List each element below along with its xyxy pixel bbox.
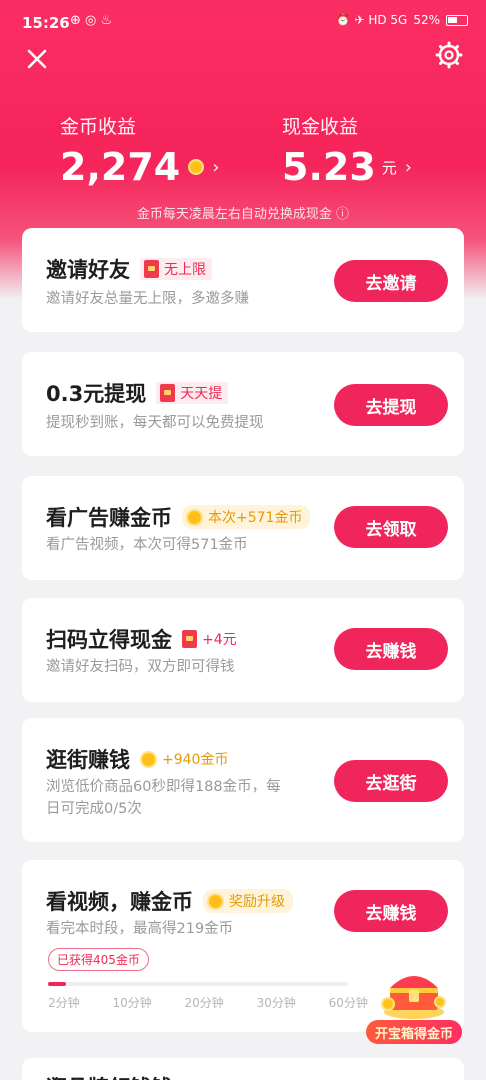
task-desc: 看完本时段，最高得219金币: [46, 921, 234, 937]
task-title-row: 0.3元提现 天天提: [46, 378, 229, 408]
withdraw-button[interactable]: 去提现: [334, 384, 448, 426]
coin-icon: [140, 750, 157, 768]
task-desc-line: 日可完成0/5次: [46, 801, 142, 817]
progress-tick: 20分钟: [184, 996, 224, 1010]
task-tag: 天天提: [156, 382, 229, 404]
task-tag: +4元: [182, 629, 237, 649]
task-card-invite: 邀请好友 无上限 邀请好友总量无上限，多邀多赚 去邀请: [22, 228, 464, 332]
notification-icons: ⊕ ◎ ♨: [70, 13, 113, 28]
task-desc: 浏览低价商品60秒即得188金币，每 日可完成0/5次: [46, 776, 281, 820]
task-title: 逛街赚钱: [46, 748, 130, 772]
coin-earnings-value: 2,274: [60, 145, 181, 189]
task-tag: 奖励升级: [203, 889, 293, 913]
task-title-row: 邀请好友 无上限: [46, 254, 212, 284]
earn-money-button[interactable]: 去赚钱: [334, 628, 448, 670]
task-desc: 看广告视频，本次可得571金币: [46, 537, 248, 553]
task-title-row: 看视频，赚金币 奖励升级: [46, 886, 293, 916]
task-title: 逛品牌领钱钱: [46, 1072, 172, 1080]
task-title: 邀请好友: [46, 258, 130, 282]
system-status-icons: ⏰ ✈ HD 5G: [335, 13, 408, 27]
task-title: 看广告赚金币: [46, 506, 172, 530]
progress-tick: 30分钟: [256, 996, 296, 1010]
progress-ticks: 2分钟 10分钟 20分钟 30分钟 60分钟: [48, 994, 368, 1011]
task-tag: +940金币: [140, 749, 228, 769]
chevron-right-icon: ›: [404, 156, 412, 178]
battery-percent: 52%: [413, 13, 440, 27]
task-tag-label: 本次+571金币: [208, 510, 303, 526]
task-card-scan: 扫码立得现金 +4元 邀请好友扫码，双方即可得钱 去赚钱: [22, 598, 464, 702]
task-title: 看视频，赚金币: [46, 890, 193, 914]
task-desc-line: 浏览低价商品60秒即得188金币，每: [46, 779, 281, 795]
progress-tick: 10分钟: [112, 996, 152, 1010]
status-bar: 15:26 ⊕ ◎ ♨ ⏰ ✈ HD 5G 52%: [0, 0, 486, 40]
invite-button[interactable]: 去邀请: [334, 260, 448, 302]
task-tag-label: +940金币: [162, 752, 229, 768]
coin-icon: [207, 892, 224, 910]
task-card-brand: 逛品牌领钱钱: [22, 1058, 464, 1080]
task-title-row: 逛街赚钱 +940金币: [46, 744, 228, 774]
red-envelope-icon: [182, 630, 197, 648]
cash-earnings-value: 5.23: [282, 145, 376, 189]
task-card-ads: 看广告赚金币 本次+571金币 看广告视频，本次可得571金币 去领取: [22, 476, 464, 580]
task-card-shopping: 逛街赚钱 +940金币 浏览低价商品60秒即得188金币，每 日可完成0/5次 …: [22, 718, 464, 842]
progress-track: [48, 982, 348, 986]
task-tag-label: +4元: [202, 632, 237, 648]
coin-icon: [188, 159, 205, 175]
cash-earnings-label: 现金收益: [282, 116, 359, 138]
task-tag-label: 奖励升级: [229, 894, 285, 910]
task-tag: 无上限: [140, 258, 212, 280]
battery-icon: [446, 14, 468, 26]
system-icons: ⏰ ✈ HD 5G 52%: [336, 13, 468, 27]
coin-earnings-value-row: 2,274 ›: [60, 145, 219, 189]
treasure-chest-icon: [381, 976, 446, 1019]
task-title-row: 扫码立得现金 +4元: [46, 624, 237, 654]
chevron-right-icon: ›: [212, 156, 220, 178]
task-tag: 本次+571金币: [182, 505, 311, 529]
progress-fill: [48, 982, 66, 986]
coin-icon: [186, 508, 203, 526]
earn-money-button[interactable]: 去赚钱: [334, 890, 448, 932]
gear-icon[interactable]: [434, 40, 464, 70]
task-desc: 邀请好友扫码，双方即可得钱: [46, 659, 235, 675]
task-desc: 邀请好友总量无上限，多邀多赚: [46, 291, 249, 307]
claim-button[interactable]: 去领取: [334, 506, 448, 548]
exchange-note[interactable]: 金币每天凌晨左右自动兑换成现金 ⓘ: [0, 203, 486, 222]
cash-earnings-value-row: 5.23 元 ›: [282, 145, 412, 189]
task-card-withdraw: 0.3元提现 天天提 提现秒到账，每天都可以免费提现 去提现: [22, 352, 464, 456]
coin-earnings[interactable]: 金币收益 2,274 ›: [60, 112, 219, 189]
task-tag-label: 无上限: [164, 262, 206, 278]
task-title-row: 看广告赚金币 本次+571金币: [46, 502, 311, 532]
task-title: 扫码立得现金: [46, 628, 172, 652]
status-time: 15:26: [22, 14, 70, 32]
progress-tick: 2分钟: [48, 996, 80, 1010]
cash-earnings[interactable]: 现金收益 5.23 元 ›: [282, 112, 412, 189]
close-icon[interactable]: [22, 44, 52, 74]
task-title: 0.3元提现: [46, 382, 147, 406]
browse-button[interactable]: 去逛街: [334, 760, 448, 802]
cash-unit: 元: [381, 158, 397, 177]
task-tag-label: 天天提: [180, 386, 223, 402]
red-envelope-icon: [160, 384, 176, 402]
red-envelope-icon: [144, 260, 159, 278]
coin-earnings-label: 金币收益: [60, 116, 137, 138]
treasure-chest-button[interactable]: 开宝箱得金币: [362, 958, 466, 1050]
task-desc: 提现秒到账，每天都可以免费提现: [46, 415, 264, 431]
progress-badge: 已获得405金币: [48, 948, 149, 971]
treasure-label: 开宝箱得金币: [366, 1020, 462, 1044]
